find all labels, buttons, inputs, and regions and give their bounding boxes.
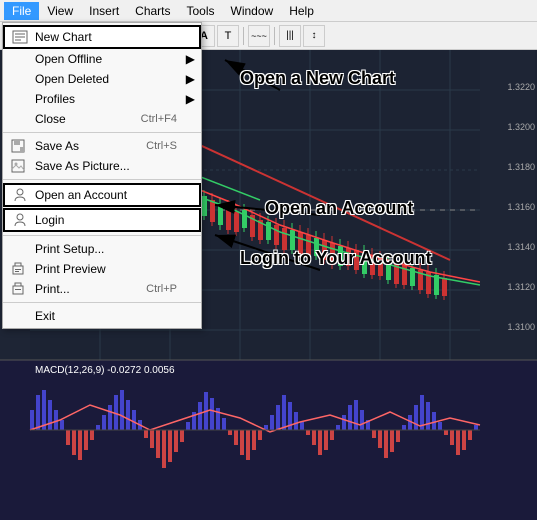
open-deleted-arrow: ▶ [186, 72, 195, 86]
menu-help[interactable]: Help [281, 2, 322, 20]
menu-tools[interactable]: Tools [179, 2, 223, 20]
login-label: Login [35, 213, 64, 227]
menu-item-open-offline[interactable]: Open Offline ▶ [3, 49, 201, 69]
toolbar-sep-5 [274, 27, 275, 45]
menu-item-new-chart[interactable]: New Chart [3, 25, 201, 49]
menu-item-close[interactable]: Close Ctrl+F4 [3, 109, 201, 129]
bar-btn[interactable]: ↕ [303, 25, 325, 47]
menu-item-open-deleted[interactable]: Open Deleted ▶ [3, 69, 201, 89]
print-shortcut: Ctrl+P [126, 283, 177, 295]
open-account-label: Open an Account [35, 188, 127, 202]
menu-file[interactable]: File [4, 2, 39, 20]
chart-type-btn[interactable]: ||| [279, 25, 301, 47]
print-icon [9, 280, 27, 298]
menu-sep-3 [3, 235, 201, 236]
menubar: File View Insert Charts Tools Window Hel… [0, 0, 537, 22]
svg-text:1.3120: 1.3120 [507, 282, 535, 292]
svg-text:1.3100: 1.3100 [507, 322, 535, 332]
svg-text:1.3220: 1.3220 [507, 82, 535, 92]
svg-text:1.3200: 1.3200 [507, 122, 535, 132]
toolbar-sep-4 [243, 27, 244, 45]
print-setup-label: Print Setup... [35, 242, 104, 256]
file-dropdown-menu: New Chart Open Offline ▶ Open Deleted ▶ … [2, 22, 202, 329]
menu-item-save-as-picture[interactable]: Save As Picture... [3, 156, 201, 176]
new-chart-icon [11, 28, 29, 46]
menu-item-print-preview[interactable]: Print Preview [3, 259, 201, 279]
menu-window[interactable]: Window [223, 2, 282, 20]
print-label: Print... [35, 282, 70, 296]
indicator-btn[interactable]: ~~~ [248, 25, 270, 47]
menu-insert[interactable]: Insert [81, 2, 127, 20]
profiles-label: Profiles [35, 92, 75, 106]
menu-view[interactable]: View [39, 2, 81, 20]
print-preview-label: Print Preview [35, 262, 106, 276]
exit-label: Exit [35, 309, 55, 323]
save-as-picture-label: Save As Picture... [35, 159, 130, 173]
svg-text:1.3180: 1.3180 [507, 162, 535, 172]
open-offline-label: Open Offline [35, 52, 102, 66]
save-as-shortcut: Ctrl+S [126, 140, 177, 152]
new-chart-label: New Chart [35, 30, 92, 44]
close-label: Close [35, 112, 66, 126]
svg-text:1.3140: 1.3140 [507, 242, 535, 252]
text2-btn[interactable]: T [217, 25, 239, 47]
close-shortcut: Ctrl+F4 [121, 113, 177, 125]
menu-sep-2 [3, 179, 201, 180]
menu-item-login[interactable]: Login [3, 208, 201, 232]
menu-item-exit[interactable]: Exit [3, 306, 201, 326]
menu-charts[interactable]: Charts [127, 2, 178, 20]
menu-sep-1 [3, 132, 201, 133]
save-picture-icon [9, 157, 27, 175]
login-icon [11, 211, 29, 229]
profiles-arrow: ▶ [186, 92, 195, 106]
menu-item-print[interactable]: Print... Ctrl+P [3, 279, 201, 299]
svg-text:MACD(12,26,9) -0.0272 0.0056: MACD(12,26,9) -0.0272 0.0056 [35, 365, 175, 376]
save-as-label: Save As [35, 139, 79, 153]
open-account-icon [11, 186, 29, 204]
menu-item-save-as[interactable]: Save As Ctrl+S [3, 136, 201, 156]
save-as-icon [9, 137, 27, 155]
app-container: File View Insert Charts Tools Window Hel… [0, 0, 537, 520]
menu-item-print-setup[interactable]: Print Setup... [3, 239, 201, 259]
menu-item-profiles[interactable]: Profiles ▶ [3, 89, 201, 109]
open-offline-arrow: ▶ [186, 52, 195, 66]
open-deleted-label: Open Deleted [35, 72, 109, 86]
print-preview-icon [9, 260, 27, 278]
menu-sep-4 [3, 302, 201, 303]
svg-text:1.3160: 1.3160 [507, 202, 535, 212]
menu-item-open-account[interactable]: Open an Account [3, 183, 201, 207]
